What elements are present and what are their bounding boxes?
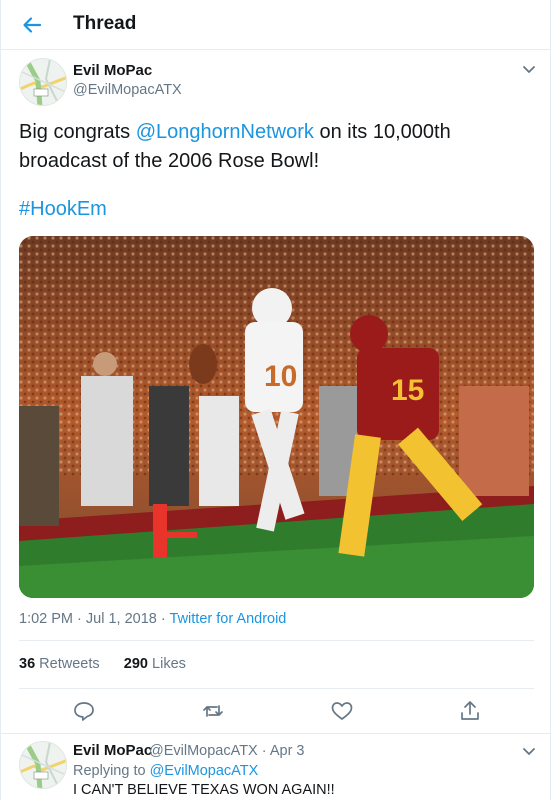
tweet-stats: 36 Retweets 290 Likes [19, 656, 186, 672]
author-name[interactable]: Evil MoPac [73, 62, 152, 79]
tweet-photo[interactable]: 10 15 [19, 236, 534, 598]
reply-author-handle[interactable]: @EvilMopacATX [149, 743, 258, 759]
separator: · [160, 611, 166, 627]
hashtag-link[interactable]: #HookEm [19, 198, 107, 221]
retweet-icon[interactable] [200, 698, 226, 724]
client-link[interactable]: Twitter for Android [170, 611, 287, 627]
chevron-down-icon[interactable] [520, 60, 538, 78]
svg-text:10: 10 [264, 360, 297, 393]
reply-text: I CAN'T BELIEVE TEXAS WON AGAIN!! [73, 782, 335, 798]
page-title: Thread [73, 13, 137, 34]
back-arrow-icon[interactable] [19, 12, 45, 38]
author-handle[interactable]: @EvilMopacATX [73, 82, 182, 98]
like-icon[interactable] [329, 698, 355, 724]
reply-icon[interactable] [71, 698, 97, 724]
replying-label: Replying to [73, 763, 146, 779]
tweet-text: Big congrats @LonghornNetwork on its 10,… [19, 118, 534, 176]
divider [1, 733, 551, 734]
reply-avatar[interactable] [19, 741, 67, 789]
retweets-stat[interactable]: 36 Retweets [19, 656, 100, 672]
svg-text:15: 15 [391, 374, 424, 407]
reply-date[interactable]: Apr 3 [270, 743, 305, 759]
likes-count: 290 [123, 656, 148, 672]
tweet-time[interactable]: 1:02 PM [19, 611, 73, 627]
replying-to: Replying to @EvilMopacATX [73, 763, 258, 779]
tweet-date[interactable]: Jul 1, 2018 [86, 611, 157, 627]
share-icon[interactable] [457, 698, 483, 724]
avatar[interactable] [19, 58, 67, 106]
thread-header: Thread [1, 0, 551, 50]
tweet-timestamp: 1:02 PM · Jul 1, 2018 · Twitter for Andr… [19, 611, 286, 627]
chevron-down-icon[interactable] [520, 742, 538, 760]
thread-screen: Thread Evil MoPac @EvilMopacATX Big cong… [0, 0, 551, 800]
tweet-text-part: Big congrats [19, 121, 136, 143]
reply-author-name[interactable]: Evil MoPac [73, 742, 152, 759]
divider [19, 640, 534, 641]
mention-link[interactable]: @LonghornNetwork [136, 121, 314, 143]
likes-stat[interactable]: 290 Likes [124, 656, 186, 672]
tweet-actions [1, 698, 551, 728]
reply-meta: @EvilMopacATX · Apr 3 [149, 743, 305, 759]
separator: · [77, 611, 82, 627]
retweets-label: Retweets [39, 656, 100, 672]
retweets-count: 36 [19, 656, 36, 672]
replying-to-link[interactable]: @EvilMopacATX [150, 763, 259, 779]
divider [19, 688, 534, 689]
separator: · [261, 743, 267, 759]
likes-label: Likes [152, 656, 186, 672]
